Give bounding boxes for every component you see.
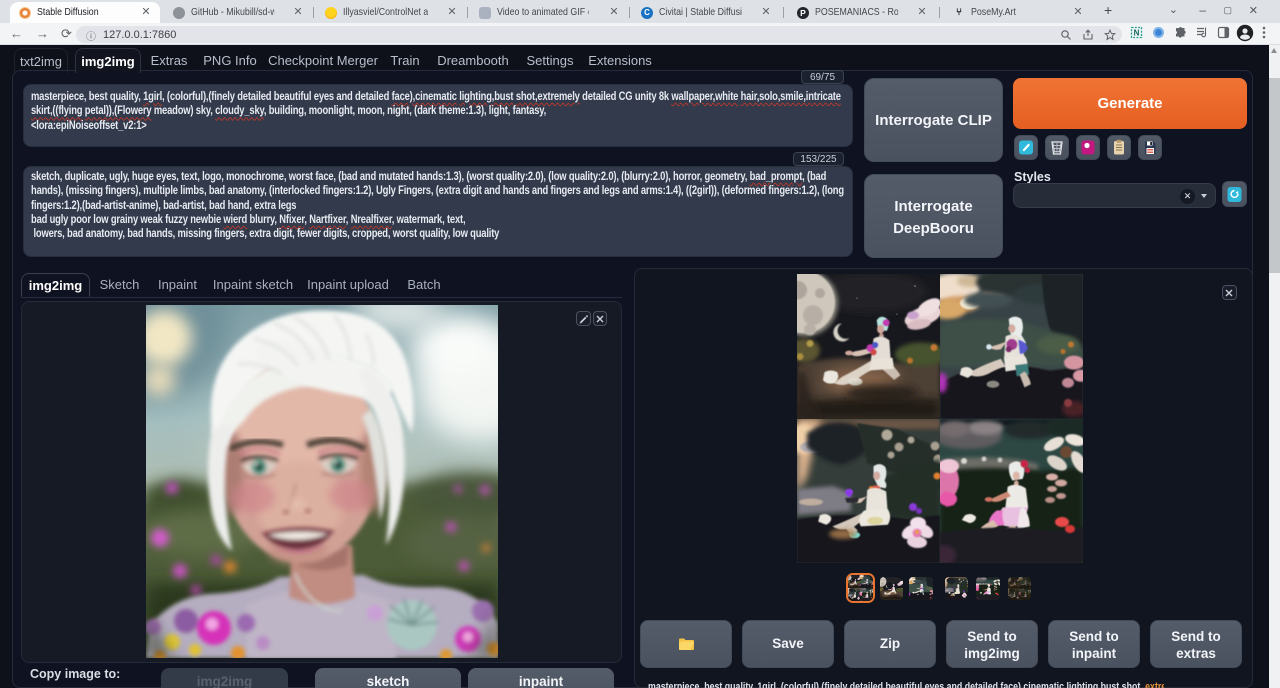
svg-text:N: N xyxy=(1134,29,1140,38)
